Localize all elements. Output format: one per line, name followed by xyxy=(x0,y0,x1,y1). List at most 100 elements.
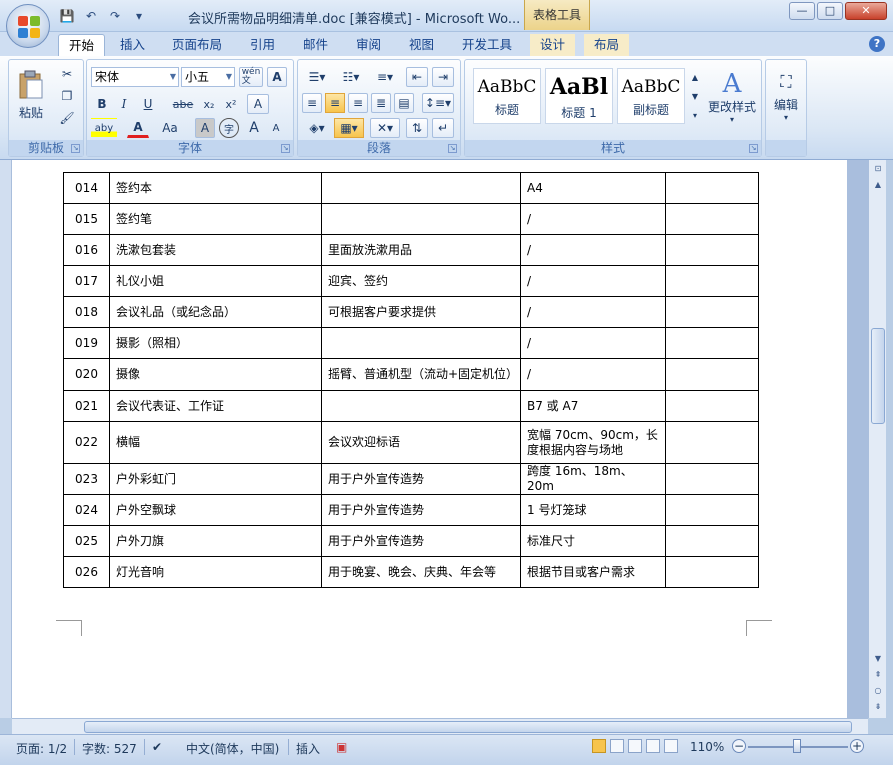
styles-more-icon[interactable]: ▾ xyxy=(689,106,701,124)
cell-item-name[interactable]: 礼仪小姐 xyxy=(109,265,322,297)
cell-number[interactable]: 017 xyxy=(63,265,110,297)
cell-spec[interactable]: / xyxy=(520,203,666,235)
align-center-icon[interactable]: ≡ xyxy=(325,93,345,113)
style-title[interactable]: AaBbC 标题 xyxy=(473,68,541,124)
insert-mode[interactable]: 插入 xyxy=(296,740,320,757)
styles-scroll-down-icon[interactable]: ▼ xyxy=(689,87,701,105)
tab-developer[interactable]: 开发工具 xyxy=(452,34,522,56)
cell-item-name[interactable]: 户外刀旗 xyxy=(109,525,322,557)
cell-number[interactable]: 014 xyxy=(63,172,110,204)
web-layout-icon[interactable] xyxy=(628,739,642,753)
clipboard-launcher-icon[interactable]: ↘ xyxy=(71,144,80,153)
styles-scroll-up-icon[interactable]: ▲ xyxy=(689,68,701,86)
tab-references[interactable]: 引用 xyxy=(240,34,285,56)
horizontal-scroll-thumb[interactable] xyxy=(84,721,852,733)
cell-item-name[interactable]: 会议代表证、工作证 xyxy=(109,390,322,422)
cell-note[interactable]: 摇臂、普通机型（流动+固定机位） xyxy=(321,358,521,391)
cell-item-name[interactable]: 横幅 xyxy=(109,421,322,464)
cell-item-name[interactable]: 灯光音响 xyxy=(109,556,322,588)
save-icon[interactable]: 💾 xyxy=(58,7,76,25)
font-launcher-icon[interactable]: ↘ xyxy=(281,144,290,153)
cell-note[interactable]: 会议欢迎标语 xyxy=(321,421,521,464)
document-page[interactable]: 014 签约本 A4 015 签约笔/016 洗漱包套装 里面放洗漱用品/017 礼仪小姐 迎宾… xyxy=(12,160,847,718)
maximize-button[interactable]: □ xyxy=(817,2,843,20)
shading-icon[interactable]: ◈▾ xyxy=(302,118,332,138)
enclose-char-button[interactable]: 字 xyxy=(219,118,239,138)
cell-spec[interactable]: / xyxy=(520,265,666,297)
page-count[interactable]: 页面: 1/2 xyxy=(16,740,67,757)
underline-button[interactable]: U xyxy=(137,94,159,114)
draft-icon[interactable] xyxy=(664,739,678,753)
zoom-out-button[interactable]: − xyxy=(732,739,746,753)
find-button[interactable]: ⛶ 编辑 ▾ xyxy=(768,66,804,128)
cut-icon[interactable]: ✂ xyxy=(57,64,77,84)
horizontal-scrollbar[interactable] xyxy=(12,718,868,734)
cell-item-name[interactable]: 签约笔 xyxy=(109,203,322,235)
tab-insert[interactable]: 插入 xyxy=(110,34,155,56)
numbering-icon[interactable]: ☷▾ xyxy=(336,67,366,87)
proofing-icon[interactable]: ✔ xyxy=(152,740,162,754)
zoom-level[interactable]: 110% xyxy=(690,740,724,754)
align-left-icon[interactable]: ≡ xyxy=(302,93,322,113)
multilevel-list-icon[interactable]: ≡▾ xyxy=(370,67,400,87)
change-case-button[interactable]: Aa xyxy=(157,118,183,138)
cell-extra[interactable] xyxy=(665,327,759,359)
ruler-toggle-icon[interactable]: ⊡ xyxy=(871,162,885,176)
cell-note[interactable]: 用于户外宣传造势 xyxy=(321,494,521,526)
cell-spec[interactable]: / xyxy=(520,296,666,328)
cell-extra[interactable] xyxy=(665,463,759,495)
highlight-button[interactable]: aby xyxy=(91,118,117,138)
full-screen-reading-icon[interactable] xyxy=(610,739,624,753)
subscript-button[interactable]: x₂ xyxy=(199,94,219,114)
cell-number[interactable]: 020 xyxy=(63,358,110,391)
cell-note[interactable]: 用于户外宣传造势 xyxy=(321,525,521,557)
tab-layout[interactable]: 布局 xyxy=(584,34,630,56)
cell-spec[interactable]: 标准尺寸 xyxy=(520,525,666,557)
outline-icon[interactable] xyxy=(646,739,660,753)
font-color-button[interactable]: A xyxy=(127,118,149,138)
line-spacing-icon[interactable]: ↕≡▾ xyxy=(422,93,454,113)
cell-note[interactable]: 里面放洗漱用品 xyxy=(321,234,521,266)
cell-note[interactable] xyxy=(321,203,521,235)
scroll-up-icon[interactable]: ▲ xyxy=(871,178,885,192)
change-styles-button[interactable]: A 更改样式 ▾ xyxy=(705,64,759,130)
sort-icon[interactable]: ⇅ xyxy=(406,118,428,138)
cell-spec[interactable]: A4 xyxy=(520,172,666,204)
align-right-icon[interactable]: ≡ xyxy=(348,93,368,113)
macro-record-icon[interactable]: ▣ xyxy=(336,740,347,754)
char-shading-button[interactable]: A xyxy=(195,118,215,138)
cell-number[interactable]: 015 xyxy=(63,203,110,235)
zoom-slider-thumb[interactable] xyxy=(793,739,801,753)
bold-button[interactable]: B xyxy=(93,94,111,114)
print-layout-icon[interactable] xyxy=(592,739,606,753)
chinese-layout-icon[interactable]: ✕▾ xyxy=(370,118,400,138)
cell-note[interactable]: 可根据客户要求提供 xyxy=(321,296,521,328)
copy-icon[interactable]: ❐ xyxy=(57,86,77,106)
cell-spec[interactable]: / xyxy=(520,327,666,359)
cell-number[interactable]: 025 xyxy=(63,525,110,557)
cell-number[interactable]: 018 xyxy=(63,296,110,328)
cell-extra[interactable] xyxy=(665,494,759,526)
styles-launcher-icon[interactable]: ↘ xyxy=(749,144,758,153)
close-button[interactable]: ✕ xyxy=(845,2,887,20)
cell-note[interactable] xyxy=(321,390,521,422)
tab-mailings[interactable]: 邮件 xyxy=(293,34,338,56)
char-border-button[interactable]: A xyxy=(267,67,287,87)
superscript-button[interactable]: x² xyxy=(221,94,241,114)
phonetic-guide-button[interactable]: wén 文 xyxy=(239,67,263,87)
scroll-down-icon[interactable]: ▼ xyxy=(871,652,885,666)
paste-button[interactable]: 粘贴 xyxy=(15,64,47,126)
redo-icon[interactable]: ↷ xyxy=(106,7,124,25)
tab-review[interactable]: 审阅 xyxy=(346,34,391,56)
undo-icon[interactable]: ↶ xyxy=(82,7,100,25)
zoom-in-button[interactable]: + xyxy=(850,739,864,753)
cell-extra[interactable] xyxy=(665,390,759,422)
font-name-combo[interactable]: 宋体 ▼ xyxy=(91,67,179,87)
cell-extra[interactable] xyxy=(665,203,759,235)
cell-note[interactable]: 用于晚宴、晚会、庆典、年会等 xyxy=(321,556,521,588)
tab-page-layout[interactable]: 页面布局 xyxy=(162,34,232,56)
justify-icon[interactable]: ≣ xyxy=(371,93,391,113)
style-heading-1[interactable]: AaBl 标题 1 xyxy=(545,68,613,124)
font-size-combo[interactable]: 小五 ▼ xyxy=(181,67,235,87)
cell-note[interactable] xyxy=(321,327,521,359)
